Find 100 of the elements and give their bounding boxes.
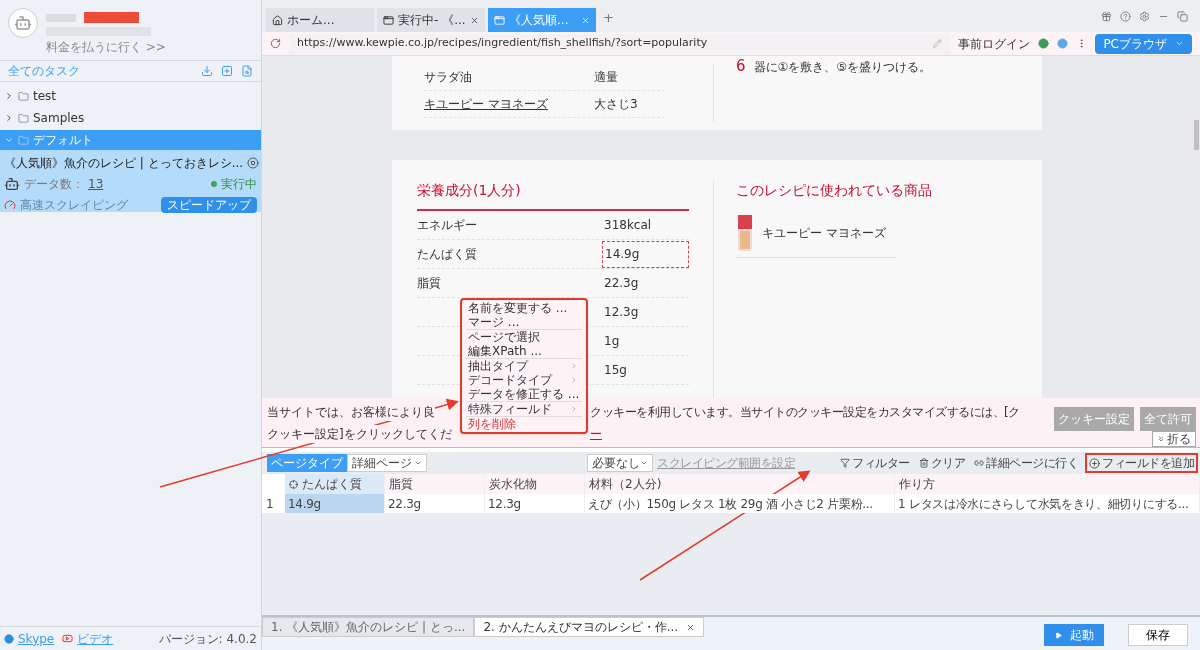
tree-item[interactable]: test: [0, 86, 261, 106]
cookie-text: 当サイトでは、お客様により良: [267, 402, 435, 421]
play-icon: [1054, 631, 1062, 639]
cookie-policy-link[interactable]: ー: [590, 424, 602, 443]
link-icon: [974, 458, 984, 468]
ingredient-amount: 適量: [594, 69, 618, 86]
refresh-icon[interactable]: [270, 38, 281, 49]
crosshair-icon: [289, 479, 298, 489]
stop-icon[interactable]: [247, 157, 260, 169]
chevron-icon: [4, 113, 14, 123]
cookie-text: クッキー設定]をクリックしてくだ: [267, 424, 452, 443]
status-text: 実行中: [221, 176, 257, 193]
caret-icon: [414, 459, 422, 467]
gift-icon[interactable]: [1101, 10, 1112, 22]
task-card[interactable]: 《人気順》魚介のレシピ | とっておきレシ... データ数： 13 実行中 高速スクレイピング スピードアップ: [0, 150, 261, 212]
product-name[interactable]: キユーピー マヨネーズ: [762, 224, 886, 242]
menu-item[interactable]: 編集XPath ...: [466, 344, 582, 358]
menu-item[interactable]: 抽出タイプ: [466, 359, 582, 373]
nutrition-heading: 栄養成分(1人分): [417, 180, 689, 211]
folder-icon: [18, 134, 29, 146]
close-icon[interactable]: [470, 15, 479, 25]
cookie-text: クッキーを利用しています。当サイトのクッキー設定をカスタマイズするには、[ク: [590, 403, 1020, 421]
status-dot-icon: [211, 181, 217, 187]
filter-icon: [840, 458, 850, 468]
add-icon[interactable]: [221, 65, 233, 77]
toolbar-action[interactable]: 詳細ページに行く: [972, 453, 1080, 473]
restore-icon[interactable]: [1177, 10, 1188, 22]
count-label: データ数：: [24, 176, 84, 193]
menu-item[interactable]: デコードタイプ: [466, 373, 582, 387]
table-cell: 22.3g: [385, 494, 485, 513]
collapse-button[interactable]: 折る: [1152, 431, 1196, 447]
run-tab[interactable]: 2. かんたんえびマヨのレシピ・作...: [474, 617, 705, 637]
nutrient-value[interactable]: 12.3g: [602, 298, 689, 326]
folder-icon: [18, 90, 29, 102]
mode-text: 高速スクレイピング: [20, 197, 128, 214]
nutrient-value[interactable]: 318kcal: [602, 211, 689, 239]
nutrient-value[interactable]: 1g: [602, 327, 689, 355]
task-title: 《人気順》魚介のレシピ | とっておきレシ...: [4, 155, 244, 172]
robot-icon: [4, 176, 20, 192]
chevron-icon: [4, 135, 14, 145]
nutrient-name: たんぱく質: [417, 246, 478, 263]
ingredient-link[interactable]: キユーピー マヨネーズ: [424, 95, 594, 113]
column-header[interactable]: たんぱく質: [285, 474, 385, 494]
settings-icon[interactable]: [1139, 10, 1150, 22]
toolbar-action[interactable]: フィルター: [838, 453, 912, 473]
video-icon: [62, 633, 74, 644]
robot-icon: [14, 14, 32, 32]
run-tab[interactable]: 1. 《人気順》魚介のレシピ | とっ...: [262, 617, 475, 637]
caret-icon: [640, 459, 648, 467]
address-field[interactable]: https://www.kewpie.co.jp/recipes/ingredient/fish_shellfish/?sort=popularity: [289, 33, 951, 54]
avatar[interactable]: [8, 8, 38, 38]
add-icon: [1089, 457, 1100, 469]
trash-icon: [918, 458, 929, 468]
page-type-label: ページタイプ: [267, 454, 347, 472]
menu-item[interactable]: 特殊フィールド: [466, 402, 582, 416]
toolbar-action[interactable]: クリア: [916, 453, 967, 473]
chevron-icon: [570, 405, 578, 413]
toolbar-action[interactable]: フィールドを追加: [1085, 453, 1198, 473]
nutrient-value[interactable]: 22.3g: [602, 269, 689, 297]
count-link[interactable]: 13: [88, 175, 104, 193]
pre-login-button[interactable]: 事前ログイン: [958, 34, 1031, 53]
gauge-icon: [4, 199, 16, 211]
column-header[interactable]: 材料（2人分): [585, 474, 895, 494]
tree-item[interactable]: Samples: [0, 108, 261, 128]
row-index: 1: [265, 495, 275, 513]
nutrient-value[interactable]: 15g: [602, 356, 689, 384]
chevron-icon: [1157, 435, 1165, 443]
menu-item[interactable]: データを修正する ...: [466, 387, 582, 401]
version-text: バージョン: 4.0.2: [158, 630, 257, 648]
help-icon[interactable]: [1120, 10, 1131, 22]
browser-tab[interactable]: 実行中- 《...: [377, 8, 485, 32]
nutrient-value[interactable]: 14.9g: [602, 240, 689, 268]
file-search-icon[interactable]: [241, 65, 253, 77]
table-cell: 14.9g: [285, 494, 385, 513]
menu-item[interactable]: 名前を変更する ...: [466, 301, 582, 315]
pencil-icon: [933, 39, 943, 48]
ingredient-name: サラダ油: [424, 69, 473, 86]
page-type-select[interactable]: 詳細ページ: [347, 454, 427, 472]
scrollbar-thumb[interactable]: [1194, 120, 1199, 150]
close-icon[interactable]: [686, 622, 696, 632]
new-tab-button[interactable]: +: [603, 8, 614, 28]
nutrient-name: 脂質: [417, 275, 442, 292]
menu-item[interactable]: 列を削除: [466, 417, 582, 431]
products-heading: このレシピに使われている商品: [736, 181, 932, 200]
caret-icon: [1175, 39, 1184, 48]
ingredient-amount: 大さじ3: [594, 96, 638, 113]
nutrient-name: エネルギー: [417, 217, 478, 234]
home-icon: [272, 14, 283, 26]
column-header[interactable]: 脂質: [385, 474, 485, 494]
menu-item[interactable]: マージ ...: [466, 315, 582, 329]
window-icon: [494, 14, 505, 26]
save-button[interactable]: 保存: [1128, 624, 1188, 646]
column-header[interactable]: 炭水化物: [485, 474, 585, 494]
step-number: 6: [736, 56, 746, 77]
browser-tab[interactable]: ホーム...: [266, 8, 374, 32]
select-field[interactable]: 必要なし: [587, 454, 653, 472]
download-icon[interactable]: [201, 65, 213, 77]
column-header[interactable]: 作り方: [895, 474, 1200, 494]
menu-item[interactable]: ページで選択: [466, 330, 582, 344]
window-icon: [383, 14, 394, 26]
